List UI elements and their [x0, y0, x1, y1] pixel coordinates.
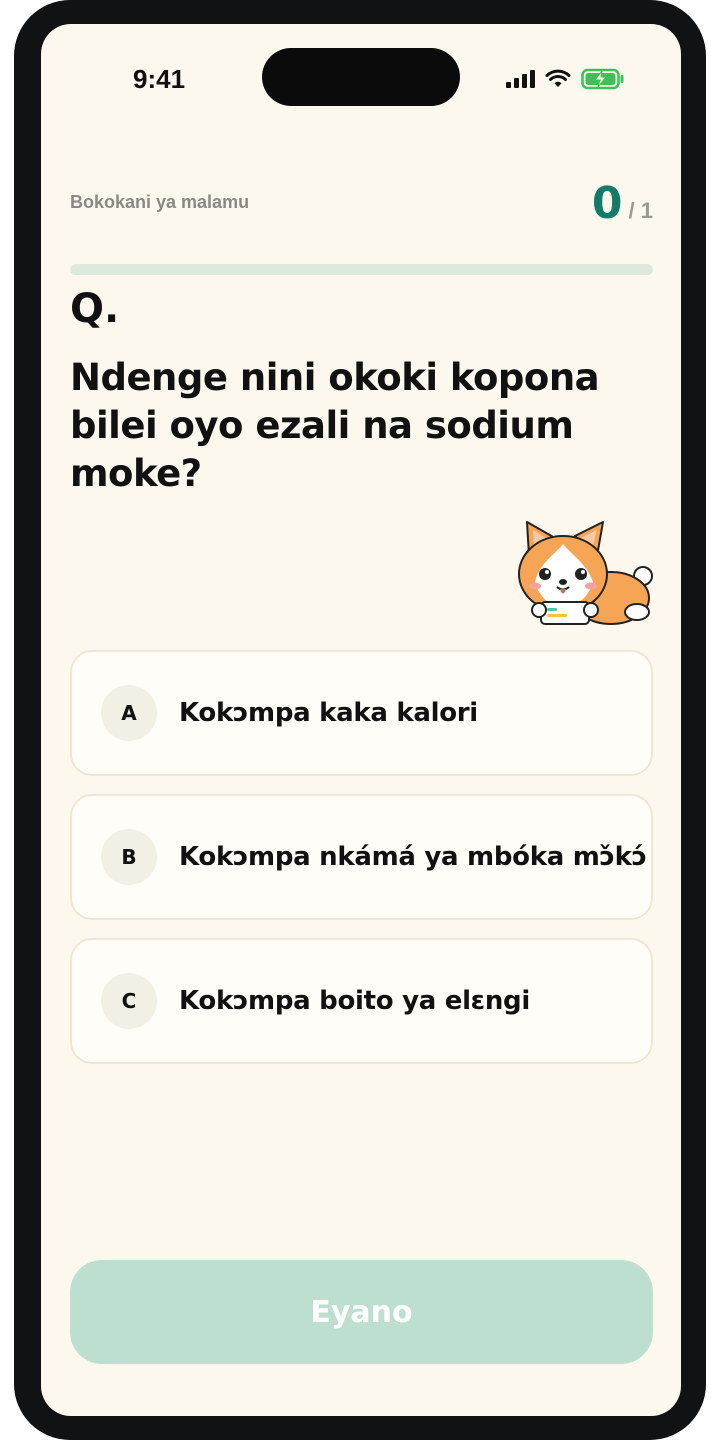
option-text: Kokɔmpa boito ya elɛngi — [179, 986, 530, 1016]
corgi-mascot — [518, 521, 653, 625]
dynamic-island — [262, 48, 460, 106]
phone-frame: 9:41 Bokokani ya malamu 0 / 1 Q. Ndenge … — [14, 0, 706, 1440]
progress-bar — [70, 264, 653, 275]
option-letter-badge: B — [101, 829, 157, 885]
option-letter-badge: A — [101, 685, 157, 741]
wifi-icon — [545, 69, 571, 87]
question-label: Q. — [70, 286, 120, 332]
status-time: 9:41 — [133, 64, 186, 94]
option-text: Kokɔmpa nkámá ya mbóka mɔ̌kɔ́ — [179, 842, 647, 872]
option-a[interactable]: A Kokɔmpa kaka kalori — [70, 650, 653, 776]
option-b[interactable]: B Kokɔmpa nkámá ya mbóka mɔ̌kɔ́ — [70, 794, 653, 920]
status-icons — [506, 68, 625, 90]
quiz-title: Bokokani ya malamu — [70, 192, 250, 212]
score-counter: 0 / 1 — [592, 178, 653, 229]
option-c[interactable]: C Kokɔmpa boito ya elɛngi — [70, 938, 653, 1064]
score-value: 0 — [591, 178, 623, 229]
option-letter-badge: C — [101, 973, 157, 1029]
submit-answer-button[interactable]: Eyano — [70, 1260, 653, 1364]
app-screen: 9:41 Bokokani ya malamu 0 / 1 Q. Ndenge … — [41, 24, 681, 1416]
score-total: / 1 — [628, 198, 653, 223]
battery-charging-icon — [581, 68, 624, 90]
option-text: Kokɔmpa kaka kalori — [179, 698, 478, 728]
question-text: Ndenge nini okoki kopona bilei oyo ezali… — [70, 356, 600, 495]
signal-icon — [506, 70, 535, 88]
